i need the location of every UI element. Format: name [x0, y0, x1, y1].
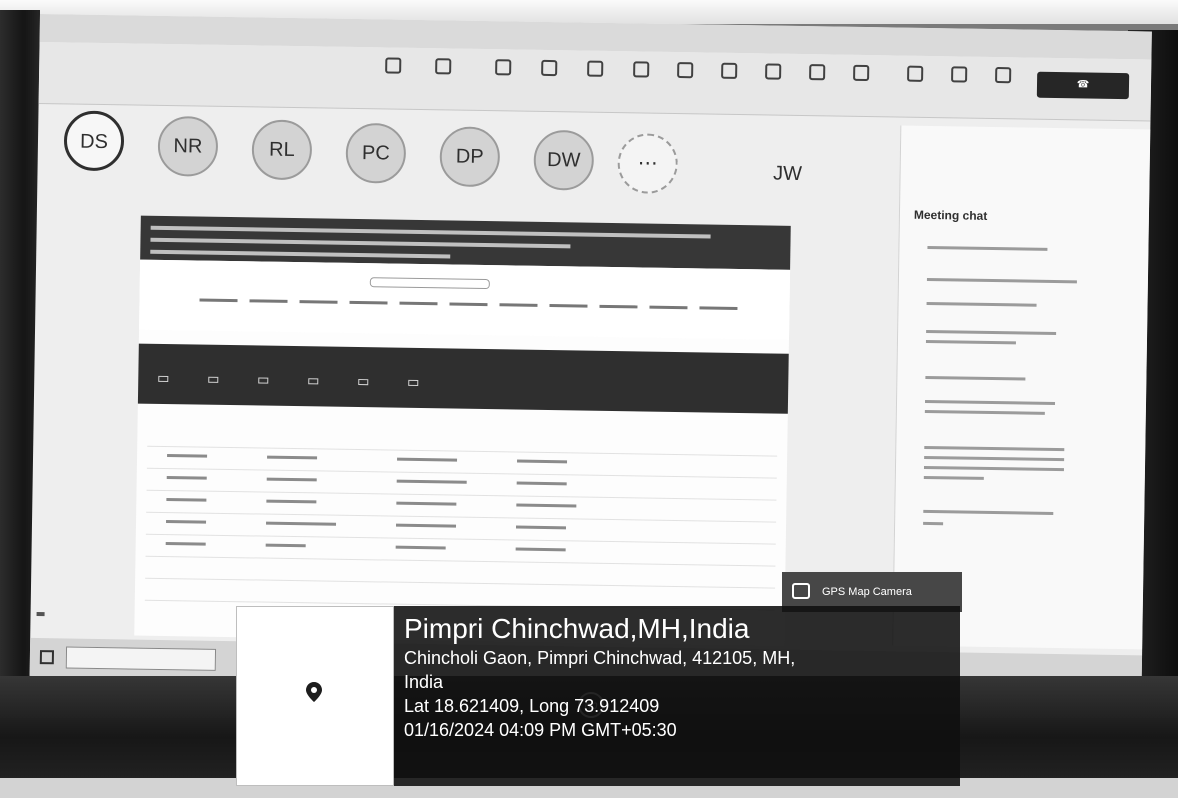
gps-city: Pimpri Chinchwad,MH,India: [404, 613, 750, 644]
chat-icon: [495, 59, 512, 76]
rooms-icon: [765, 63, 782, 80]
apps-button[interactable]: [793, 64, 841, 84]
gps-address-line-2: India: [404, 672, 444, 692]
gps-coordinates: Lat 18.621409, Long 73.912409: [404, 696, 660, 716]
participant-avatar: DP: [439, 126, 501, 188]
shared-screen: [134, 215, 791, 646]
mic-icon: [951, 66, 968, 83]
camera-icon: [907, 65, 924, 82]
salesforce-header: [139, 259, 791, 340]
emoji-icon: [677, 62, 694, 79]
hand-icon: [633, 61, 650, 78]
gps-address-line-1: Chincholi Gaon, Pimpri Chinchwad, 412105…: [404, 648, 796, 668]
participant-avatar: NR: [157, 115, 219, 177]
grid-icon: [721, 62, 738, 79]
monitor-screen: ☎ DS NR RL PC DP DW ⋯ JW Meeting chat: [29, 14, 1152, 694]
map-thumbnail: [236, 606, 394, 786]
more-button[interactable]: [837, 64, 885, 85]
pop-out-button[interactable]: [419, 58, 467, 78]
map-pin-icon: [306, 682, 322, 702]
camera-icon: [792, 583, 810, 599]
gps-datetime: 01/16/2024 04:09 PM GMT+05:30: [404, 720, 677, 740]
presenter-label: [36, 612, 45, 617]
participant-avatar: DS: [63, 110, 125, 172]
share-button[interactable]: [979, 67, 1027, 87]
more-icon: [853, 64, 870, 82]
rooms-button[interactable]: [749, 63, 797, 83]
leave-button[interactable]: ☎: [1036, 71, 1130, 100]
share-icon: [995, 67, 1012, 84]
camera-button[interactable]: [891, 65, 939, 85]
view-button[interactable]: [705, 62, 753, 82]
search-input[interactable]: [369, 277, 490, 290]
qa-button[interactable]: [525, 59, 573, 80]
monitor-icon: [385, 57, 402, 74]
more-icon: ⋯: [637, 152, 658, 175]
records-table: [138, 424, 788, 611]
popout-icon: [435, 58, 452, 75]
people-button[interactable]: [571, 60, 619, 80]
mic-button[interactable]: [935, 66, 983, 86]
participant-avatar: PC: [345, 122, 407, 184]
chat-button[interactable]: [479, 59, 527, 79]
gps-info-box: Pimpri Chinchwad,MH,India Chincholi Gaon…: [394, 606, 960, 786]
windows-start-icon[interactable]: [39, 650, 55, 665]
react-button[interactable]: [661, 62, 709, 82]
qa-icon: [541, 59, 558, 77]
taskbar-search-input[interactable]: [65, 646, 217, 671]
meeting-chat-panel: Meeting chat: [892, 125, 1151, 650]
chat-title: Meeting chat: [913, 207, 988, 223]
raise-hand-button[interactable]: [617, 61, 665, 81]
participant-avatar: RL: [251, 119, 313, 181]
path-band: [137, 343, 789, 414]
gps-badge-label: GPS Map Camera: [822, 586, 912, 598]
people-icon: [587, 60, 604, 77]
apps-icon: [809, 64, 826, 81]
take-control-button[interactable]: [369, 57, 417, 77]
phone-icon: ☎: [1076, 79, 1090, 91]
participant-avatar: JW: [772, 162, 803, 185]
view-all-avatar[interactable]: ⋯: [617, 133, 679, 195]
participant-avatar: DW: [533, 129, 595, 191]
